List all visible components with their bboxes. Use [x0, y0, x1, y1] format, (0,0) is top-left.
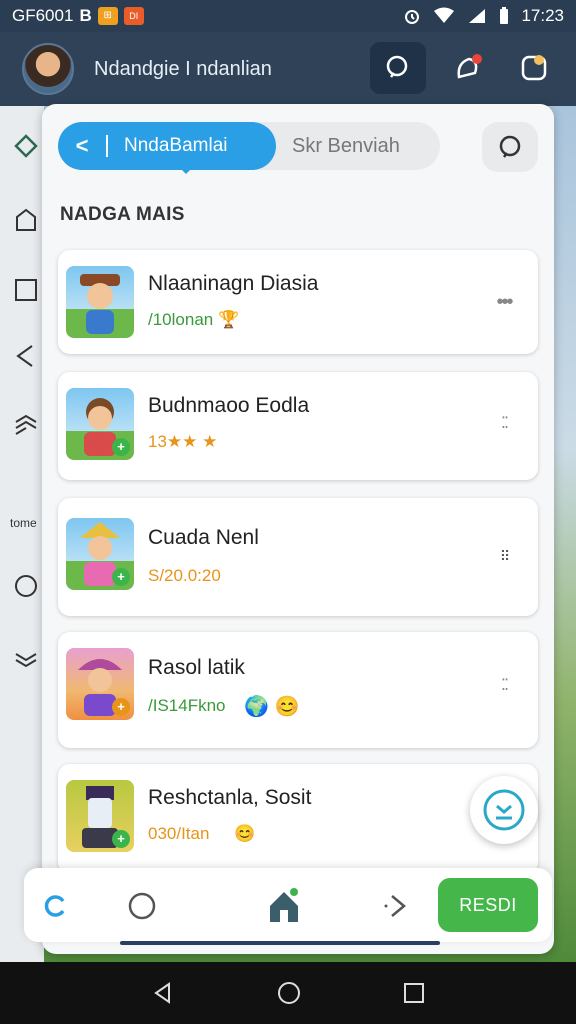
game-rating: 13★★ ★ — [148, 432, 218, 451]
battery-icon — [500, 7, 509, 24]
more-options-icon[interactable]: ⁚⁚ — [490, 410, 518, 438]
game-subtitle: /10lonan — [148, 310, 214, 329]
home-icon — [270, 888, 298, 922]
layers-icon — [15, 414, 37, 435]
signal-icon — [469, 9, 486, 23]
search-icon — [499, 135, 521, 158]
tag-icon — [14, 134, 38, 158]
tab-inactive[interactable]: Skr Benviah — [292, 135, 400, 158]
game-price: 030/Itan — [148, 824, 210, 843]
stack-icon — [15, 653, 37, 668]
game-subtitle-emoji: 🏆 — [218, 310, 240, 329]
section-title: NADGA MAIS — [60, 204, 185, 225]
game-thumbnail: + — [66, 648, 134, 720]
game-title: Nlaaninagn Diasia — [148, 272, 319, 295]
home-circle-icon[interactable] — [277, 981, 301, 1005]
app-header: Ndandgie I ndanlian — [0, 32, 576, 106]
status-left-glyph: B — [79, 6, 92, 25]
profile-card-icon — [521, 55, 547, 81]
game-thumbnail: + — [66, 388, 134, 460]
plus-badge-icon: + — [112, 698, 130, 716]
search-icon — [386, 55, 408, 78]
game-subtitle-emoji: 🌍 😊 — [244, 696, 300, 718]
avatar[interactable] — [22, 43, 74, 95]
game-title: Reshctanla, Sosit — [148, 786, 312, 809]
primary-action-button[interactable]: RESDI — [438, 878, 538, 932]
status-time: 17:23 — [521, 6, 564, 25]
download-icon — [483, 789, 525, 831]
tab-active[interactable]: < NndaBamlai — [58, 122, 276, 170]
plus-badge-icon: + — [112, 568, 130, 586]
game-card[interactable]: + Cuada Nenl S/20.0:20 ⠿ — [58, 498, 538, 616]
tab-pointer — [178, 166, 194, 174]
tab-active-label: NndaBamlai — [106, 135, 228, 157]
back-arrow-icon[interactable]: < — [58, 133, 106, 159]
square-icon — [15, 279, 37, 301]
status-left-text: GF6001 — [12, 6, 74, 25]
status-bar: GF6001 B ⊞ DI 17:23 — [0, 0, 576, 32]
panel-search-button[interactable] — [482, 122, 538, 172]
username: Ndandgie I ndanlian — [94, 57, 272, 80]
game-thumbnail — [66, 266, 134, 338]
forward-button[interactable] — [376, 886, 416, 926]
game-thumbnail: + — [66, 780, 134, 852]
refresh-button[interactable] — [36, 886, 76, 926]
more-options-icon[interactable]: ⁚⁚ — [490, 672, 518, 700]
profile-settings-button[interactable] — [506, 42, 562, 94]
system-navigation-bar — [0, 962, 576, 1024]
game-card[interactable]: + Budnmaoo Eodla 13★★ ★ ⁚⁚ — [58, 372, 538, 480]
chevron-left-icon — [16, 345, 33, 367]
game-card[interactable]: Nlaaninagn Diasia /10lonan 🏆 ••• — [58, 250, 538, 354]
plus-badge-icon: + — [112, 438, 130, 456]
notification-badge-icon: ⊞ — [97, 7, 118, 25]
game-title: Cuada Nenl — [148, 526, 259, 549]
chevron-right-icon — [384, 895, 406, 917]
game-subtitle: /IS14Fkno — [148, 696, 226, 715]
game-card[interactable]: + Reshctanla, Sosit 030/Itan 😊 — [58, 764, 538, 874]
home-indicator — [120, 941, 440, 945]
refresh-icon — [44, 895, 65, 917]
bottom-navigation: RESDI — [24, 868, 552, 942]
app-badge-icon: DI — [123, 7, 144, 25]
game-title: Rasol latik — [148, 656, 245, 679]
game-price: S/20.0:20 — [148, 566, 221, 585]
grid-options-icon[interactable]: ⠿ — [490, 542, 518, 570]
plus-badge-icon: + — [112, 830, 130, 848]
game-card[interactable]: + Rasol latik /IS14Fkno 🌍 😊 ⁚⁚ — [58, 632, 538, 748]
wifi-icon — [434, 7, 455, 23]
back-icon[interactable] — [151, 981, 175, 1005]
header-search-button[interactable] — [370, 42, 426, 94]
home-outline-icon — [16, 208, 36, 231]
recents-icon[interactable] — [403, 982, 425, 1004]
circle-button[interactable] — [122, 886, 162, 926]
notification-bell-icon — [457, 54, 482, 79]
home-button[interactable] — [264, 886, 304, 926]
circle-icon — [15, 575, 37, 597]
game-title: Budnmaoo Eodla — [148, 394, 310, 417]
game-thumbnail: + — [66, 518, 134, 590]
segmented-control: < NndaBamlai Skr Benviah — [58, 122, 440, 174]
more-options-icon[interactable]: ••• — [490, 288, 518, 316]
side-rail: tome — [0, 106, 44, 962]
circle-outline-icon — [128, 892, 156, 920]
download-button[interactable] — [470, 776, 538, 844]
alarm-icon — [405, 10, 420, 24]
rail-label: tome — [10, 516, 37, 530]
notifications-button[interactable] — [440, 42, 496, 94]
game-subtitle-emoji: 😊 — [234, 824, 256, 843]
